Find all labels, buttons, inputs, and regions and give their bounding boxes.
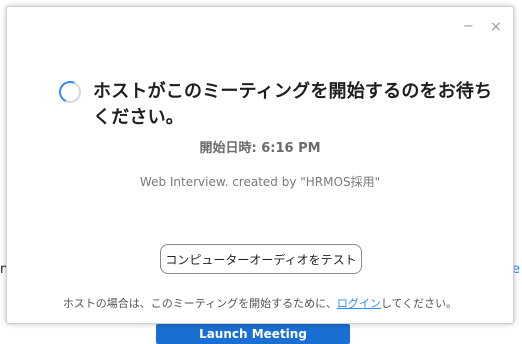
close-button[interactable]: × — [490, 19, 502, 35]
waiting-for-host-dialog: − × ホストがこのミーティングを開始するのをお待ちください。 開始日時: 6:… — [6, 6, 514, 324]
start-time: 開始日時: 6:16 PM — [7, 137, 513, 156]
dialog-title: ホストがこのミーティングを開始するのをお待ちください。 — [93, 81, 493, 128]
test-computer-audio-button[interactable]: コンピューターオーディオをテスト — [160, 244, 362, 274]
footer-prefix: ホストの場合は、このミーティングを開始するために、 — [62, 297, 337, 310]
launch-meeting-button[interactable]: Launch Meeting — [156, 324, 350, 344]
start-time-value: 6:16 PM — [261, 141, 321, 156]
minimize-button[interactable]: − — [463, 19, 474, 34]
loading-spinner-icon — [55, 77, 85, 107]
meeting-name: Web Interview. created by "HRMOS採用" — [139, 175, 381, 189]
login-link[interactable]: ログイン — [337, 297, 381, 310]
footer-suffix: してください。 — [380, 297, 458, 310]
host-login-hint: ホストの場合は、このミーティングを開始するために、ログインしてください。 — [7, 295, 513, 311]
start-time-label: 開始日時: — [199, 141, 257, 156]
